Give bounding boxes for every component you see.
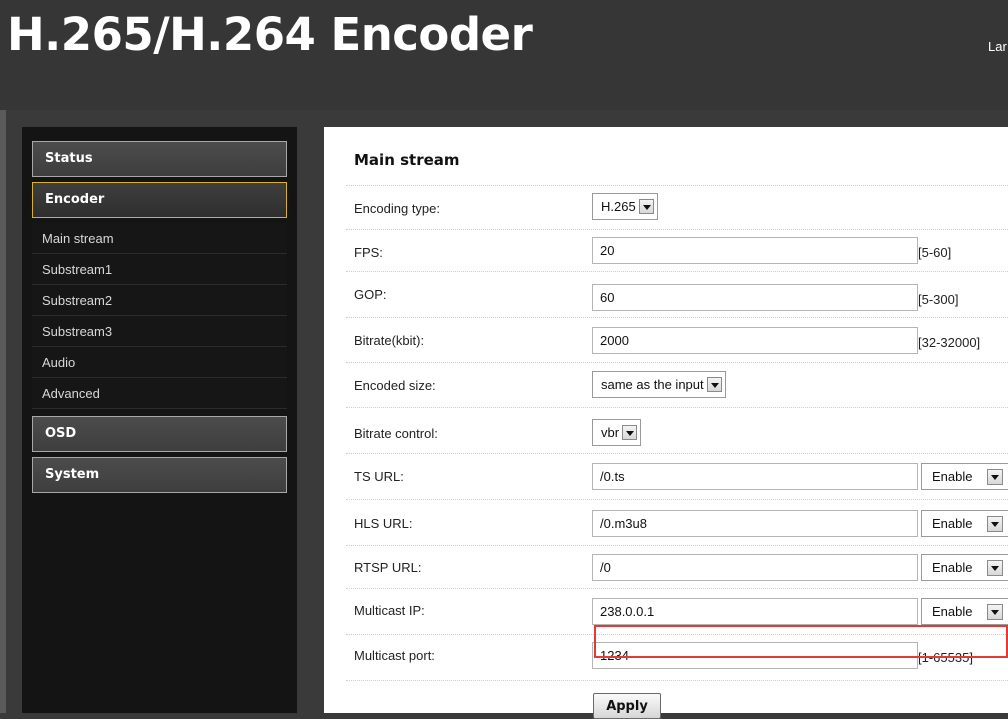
encoded-size-label: Encoded size: xyxy=(354,378,436,393)
multicast-ip-enable-value: Enable xyxy=(932,604,973,619)
apply-button[interactable]: Apply xyxy=(593,693,661,719)
encoding-type-label: Encoding type: xyxy=(354,201,441,216)
sidebar-section-system[interactable]: System xyxy=(32,457,287,493)
app-header: H.265/H.264 Encoder Lar xyxy=(0,0,1008,110)
chevron-down-icon xyxy=(987,560,1003,576)
multicast-port-input[interactable] xyxy=(592,642,918,669)
chevron-down-icon xyxy=(987,469,1003,485)
sidebar-item-substream3[interactable]: Substream3 xyxy=(32,316,287,347)
ts-url-enable-select[interactable]: Enable xyxy=(921,463,1008,490)
ts-url-label: TS URL: xyxy=(354,469,404,484)
hls-url-input[interactable] xyxy=(592,510,918,537)
page-title: Main stream xyxy=(354,151,460,169)
fps-range: [5-60] xyxy=(918,245,952,260)
chevron-down-icon xyxy=(987,604,1003,620)
fps-input[interactable] xyxy=(592,237,918,264)
language-link[interactable]: Lar xyxy=(988,39,1007,54)
chevron-down-icon xyxy=(987,516,1003,532)
row-divider xyxy=(346,453,1008,454)
row-divider xyxy=(346,588,1008,589)
row-divider xyxy=(346,680,1008,681)
chevron-down-icon xyxy=(706,377,722,393)
row-divider xyxy=(346,362,1008,363)
row-divider xyxy=(346,499,1008,500)
multicast-port-range: [1-65535] xyxy=(918,650,973,665)
rtsp-url-enable-value: Enable xyxy=(932,560,973,575)
encoded-size-select[interactable]: same as the input xyxy=(592,371,726,398)
rtsp-url-label: RTSP URL: xyxy=(354,560,422,575)
multicast-ip-enable-select[interactable]: Enable xyxy=(921,598,1008,625)
encoded-size-value: same as the input xyxy=(601,377,704,392)
row-divider xyxy=(346,185,1008,186)
encoding-type-select[interactable]: H.265 xyxy=(592,193,658,220)
rtsp-url-input[interactable] xyxy=(592,554,918,581)
multicast-port-label: Multicast port: xyxy=(354,648,435,663)
bitrate-input[interactable] xyxy=(592,327,918,354)
app-title: H.265/H.264 Encoder xyxy=(7,8,533,61)
gop-range: [5-300] xyxy=(918,292,959,307)
sidebar-item-substream1[interactable]: Substream1 xyxy=(32,254,287,285)
main-panel: Main stream Encoding type: H.265 FPS: [5… xyxy=(324,127,1008,713)
hls-url-enable-select[interactable]: Enable xyxy=(921,510,1008,537)
ts-url-enable-value: Enable xyxy=(932,469,973,484)
row-divider xyxy=(346,271,1008,272)
row-divider xyxy=(346,317,1008,318)
bitrate-label: Bitrate(kbit): xyxy=(354,333,425,348)
fps-label: FPS: xyxy=(354,245,383,260)
sidebar-item-audio[interactable]: Audio xyxy=(32,347,287,378)
sidebar-item-substream2[interactable]: Substream2 xyxy=(32,285,287,316)
bitrate-control-select[interactable]: vbr xyxy=(592,419,642,446)
multicast-ip-label: Multicast IP: xyxy=(354,603,425,618)
rtsp-url-enable-select[interactable]: Enable xyxy=(921,554,1008,581)
sidebar-section-encoder[interactable]: Encoder xyxy=(32,182,287,218)
gop-input[interactable] xyxy=(592,284,918,311)
bitrate-range: [32-32000] xyxy=(918,335,981,350)
row-divider xyxy=(346,407,1008,408)
chevron-down-icon xyxy=(622,425,638,441)
sidebar-section-osd[interactable]: OSD xyxy=(32,416,287,452)
sidebar: Status Encoder Main stream Substream1 Su… xyxy=(22,127,297,713)
row-divider xyxy=(346,634,1008,635)
bitrate-control-value: vbr xyxy=(601,425,620,440)
ts-url-input[interactable] xyxy=(592,463,918,490)
left-edge-bar xyxy=(0,110,6,713)
sidebar-section-status[interactable]: Status xyxy=(32,141,287,177)
chevron-down-icon xyxy=(638,199,654,215)
multicast-ip-input[interactable] xyxy=(592,598,918,625)
sidebar-item-main-stream[interactable]: Main stream xyxy=(32,223,287,254)
hls-url-label: HLS URL: xyxy=(354,516,413,531)
gop-label: GOP: xyxy=(354,287,387,302)
row-divider xyxy=(346,545,1008,546)
sidebar-item-advanced[interactable]: Advanced xyxy=(32,378,287,409)
row-divider xyxy=(346,229,1008,230)
bitrate-control-label: Bitrate control: xyxy=(354,426,438,441)
hls-url-enable-value: Enable xyxy=(932,516,973,531)
encoding-type-value: H.265 xyxy=(601,199,636,214)
